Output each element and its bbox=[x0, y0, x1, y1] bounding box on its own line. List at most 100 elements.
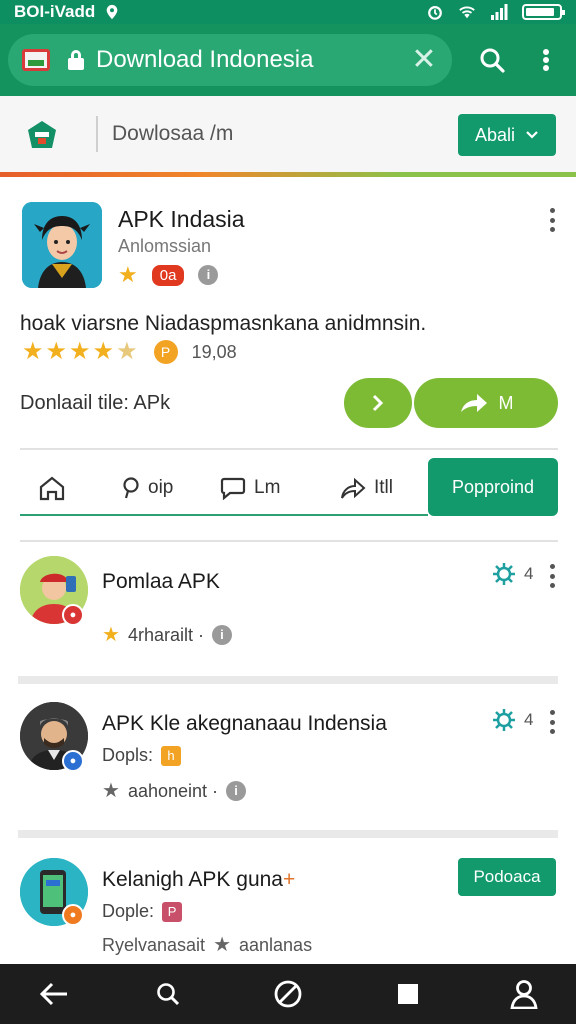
tab-lm[interactable]: Lm bbox=[220, 460, 280, 516]
download-label: Donlaail tile: APk bbox=[20, 392, 171, 414]
browser-toolbar: Download Indonesia ✕ bbox=[0, 24, 576, 96]
tab-oip[interactable]: oip bbox=[122, 460, 173, 516]
list-item-title-row[interactable]: Kelanigh APK guna+ bbox=[102, 868, 295, 892]
list-item-settings[interactable]: 4 bbox=[492, 708, 533, 732]
comment-icon bbox=[220, 477, 246, 500]
list-separator bbox=[18, 830, 558, 838]
list-separator bbox=[18, 676, 558, 684]
list-item-sub: Dopls: h bbox=[102, 745, 182, 766]
nav-search-button[interactable] bbox=[146, 972, 190, 1016]
info-icon[interactable]: i bbox=[198, 265, 219, 285]
tab-home[interactable] bbox=[38, 460, 74, 516]
url-bar[interactable]: Download Indonesia ✕ bbox=[8, 34, 452, 86]
profile-icon bbox=[510, 980, 538, 1009]
list-item-sub-badge: P bbox=[162, 901, 183, 922]
language-button-label: Abali bbox=[474, 124, 516, 145]
block-icon bbox=[274, 980, 302, 1008]
list-item-title-mark: + bbox=[282, 868, 296, 891]
language-button[interactable]: Abali bbox=[458, 114, 556, 156]
forward-arrow-icon bbox=[460, 394, 487, 412]
info-icon[interactable]: i bbox=[226, 781, 247, 801]
tab-bar: oip Lm Itll Popproind bbox=[20, 458, 558, 516]
download-button-label: M bbox=[498, 392, 514, 413]
star-icon: ★ bbox=[102, 780, 120, 802]
list-item-action-button[interactable]: Podoaca bbox=[458, 858, 556, 896]
info-icon[interactable]: i bbox=[211, 625, 232, 645]
tab-popproind-label: Popproind bbox=[451, 476, 535, 497]
tab-itll[interactable]: Itll bbox=[340, 460, 393, 516]
rating-badge: P bbox=[153, 340, 178, 364]
overflow-menu-icon[interactable] bbox=[548, 564, 556, 588]
app-overflow-menu-icon[interactable] bbox=[548, 208, 556, 232]
tab-underline bbox=[20, 514, 428, 516]
settings-icon bbox=[493, 709, 515, 731]
list-item-meta: ★ 4rharailt · i bbox=[102, 624, 232, 646]
indonesia-flag-favicon bbox=[22, 49, 50, 71]
site-title: Dowlosaa /m bbox=[112, 122, 234, 145]
share-icon bbox=[341, 477, 366, 499]
site-header: Dowlosaa /m Abali bbox=[0, 96, 576, 172]
list-item-meta-text: 4rharailt · bbox=[127, 624, 204, 645]
tab-oip-label: oip bbox=[148, 477, 174, 498]
app-icon[interactable] bbox=[22, 202, 102, 288]
star-icon: ★ bbox=[118, 262, 138, 287]
app-meta-row: ★ 0a i bbox=[118, 262, 219, 287]
app-rating-row: ★ ★ ★ ★ ★ P 19,08 bbox=[22, 340, 237, 364]
app-title[interactable]: APK Indasia bbox=[118, 206, 245, 233]
download-button[interactable]: M bbox=[414, 378, 558, 428]
overflow-menu-button[interactable] bbox=[524, 38, 568, 82]
settings-icon bbox=[493, 563, 515, 585]
back-icon bbox=[39, 982, 67, 1006]
signal-icon bbox=[491, 4, 508, 20]
lock-icon bbox=[68, 50, 84, 70]
carrier-name: BOI-iVadd bbox=[14, 2, 96, 21]
list-item-sub: Dople: P bbox=[102, 901, 183, 922]
star-icon: ★ bbox=[22, 338, 44, 365]
avatar-badge: ● bbox=[62, 904, 84, 926]
list-item-sub-label: Dople: bbox=[102, 901, 155, 921]
nav-block-button[interactable] bbox=[266, 972, 310, 1016]
tab-lm-label: Lm bbox=[254, 477, 281, 498]
tab-popproind[interactable]: Popproind bbox=[428, 458, 558, 516]
location-icon bbox=[106, 4, 118, 20]
tabs-divider bbox=[20, 540, 558, 542]
star-icon: ★ bbox=[213, 934, 231, 956]
star-icon: ★ bbox=[92, 338, 115, 365]
system-nav-bar bbox=[0, 964, 576, 1024]
header-divider bbox=[96, 116, 98, 152]
overflow-menu-icon[interactable] bbox=[548, 710, 556, 734]
search-icon bbox=[157, 983, 180, 1006]
list-item-title[interactable]: APK Kle akegnanaau Indensia bbox=[102, 712, 387, 736]
clear-icon[interactable]: ✕ bbox=[402, 38, 446, 82]
app-developer[interactable]: Anlomssian bbox=[118, 236, 211, 257]
list-item-count: 4 bbox=[524, 710, 534, 729]
list-item-meta: Ryelvanasait ★ aanlanas bbox=[102, 934, 312, 956]
list-item-meta: ★ aahoneint · i bbox=[102, 780, 247, 802]
alarm-icon bbox=[428, 6, 442, 20]
wifi-icon bbox=[459, 6, 475, 19]
overflow-menu-icon bbox=[543, 49, 549, 71]
list-item-settings[interactable]: 4 bbox=[492, 562, 533, 586]
avatar-badge: ● bbox=[62, 604, 84, 626]
app-avatar-illustration bbox=[22, 202, 102, 288]
section-divider bbox=[20, 448, 558, 450]
site-logo-icon[interactable] bbox=[26, 120, 58, 150]
list-item-sub-label: Dopls: bbox=[102, 745, 154, 765]
next-button[interactable] bbox=[344, 378, 412, 428]
list-item-count: 4 bbox=[524, 564, 534, 583]
list-item-title[interactable]: Pomlaa APK bbox=[102, 570, 220, 594]
list-item-sub-badge: h bbox=[161, 745, 182, 766]
avatar-badge: ● bbox=[62, 750, 84, 772]
back-button[interactable] bbox=[32, 972, 76, 1016]
header-accent-line bbox=[0, 172, 576, 177]
nav-profile-button[interactable] bbox=[502, 972, 546, 1016]
star-icon: ★ bbox=[69, 338, 91, 365]
search-icon bbox=[123, 477, 139, 499]
search-icon bbox=[480, 48, 505, 73]
search-button[interactable] bbox=[470, 38, 514, 82]
battery-icon bbox=[522, 4, 565, 20]
nav-recents-button[interactable] bbox=[386, 972, 430, 1016]
tab-itll-label: Itll bbox=[374, 477, 393, 498]
url-text[interactable]: Download Indonesia bbox=[96, 46, 402, 74]
chevron-down-icon bbox=[526, 131, 538, 139]
